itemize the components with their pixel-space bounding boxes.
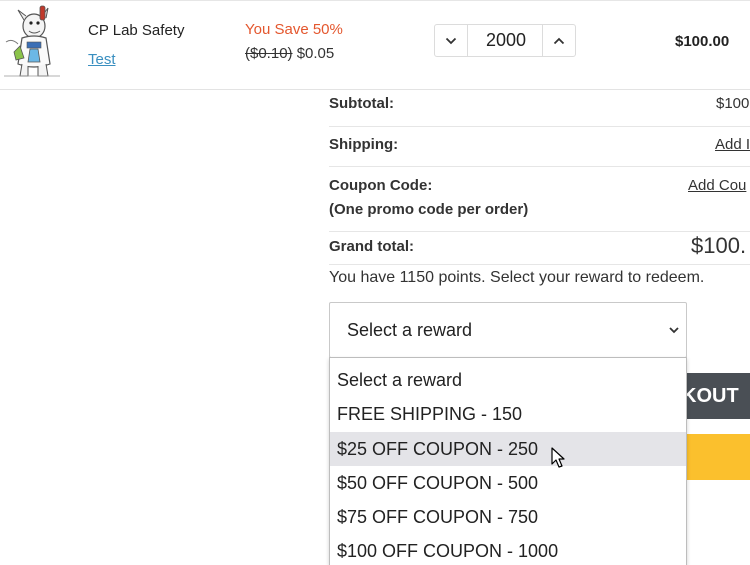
quantity-stepper xyxy=(434,24,576,57)
line-total: $100.00 xyxy=(675,33,730,50)
product-name: CP Lab Safety xyxy=(88,22,185,39)
decrease-quantity-button[interactable] xyxy=(435,25,468,56)
chevron-down-icon xyxy=(445,37,457,44)
reward-select[interactable]: Select a reward xyxy=(329,302,687,358)
coupon-note: (One promo code per order) xyxy=(329,201,529,218)
divider xyxy=(329,264,750,265)
reward-option[interactable]: $100 OFF COUPON - 1000 xyxy=(330,534,686,565)
reward-select-value: Select a reward xyxy=(347,320,473,340)
add-shipping-link[interactable]: Add I xyxy=(715,136,750,153)
reward-option[interactable]: FREE SHIPPING - 150 xyxy=(330,397,686,431)
reward-option-highlighted[interactable]: $25 OFF COUPON - 250 xyxy=(330,432,686,466)
divider xyxy=(329,166,750,167)
reward-option[interactable]: $50 OFF COUPON - 500 xyxy=(330,466,686,500)
sale-price: $0.05 xyxy=(296,45,335,62)
mouse-cursor-icon xyxy=(551,447,565,468)
product-thumbnail[interactable] xyxy=(0,2,62,80)
reward-points-text: You have 1150 points. Select your reward… xyxy=(329,269,705,286)
divider xyxy=(329,231,750,232)
subtotal-value: $100 xyxy=(716,95,750,112)
reward-option[interactable]: $75 OFF COUPON - 750 xyxy=(330,500,686,534)
quantity-input[interactable] xyxy=(468,25,544,56)
top-divider xyxy=(0,0,750,1)
cart-row-divider xyxy=(0,89,750,90)
reward-options-list: Select a reward FREE SHIPPING - 150 $25 … xyxy=(329,357,687,565)
variant-link[interactable]: Test xyxy=(88,51,116,68)
unit-price: ($0.10) $0.05 xyxy=(245,45,334,62)
original-price: ($0.10) xyxy=(245,45,293,62)
grand-total-label: Grand total: xyxy=(329,238,414,255)
chevron-down-icon xyxy=(669,327,679,334)
divider xyxy=(329,126,750,127)
shipping-label: Shipping: xyxy=(329,136,399,153)
mascot-image xyxy=(4,5,60,77)
increase-quantity-button[interactable] xyxy=(542,25,575,56)
subtotal-label: Subtotal: xyxy=(329,95,394,112)
reward-option[interactable]: Select a reward xyxy=(330,363,686,397)
chevron-up-icon xyxy=(553,37,565,44)
grand-total-value: $100. xyxy=(691,233,747,258)
coupon-label: Coupon Code: xyxy=(329,177,433,194)
add-coupon-link[interactable]: Add Cou xyxy=(688,177,746,194)
discount-label: You Save 50% xyxy=(245,21,343,38)
